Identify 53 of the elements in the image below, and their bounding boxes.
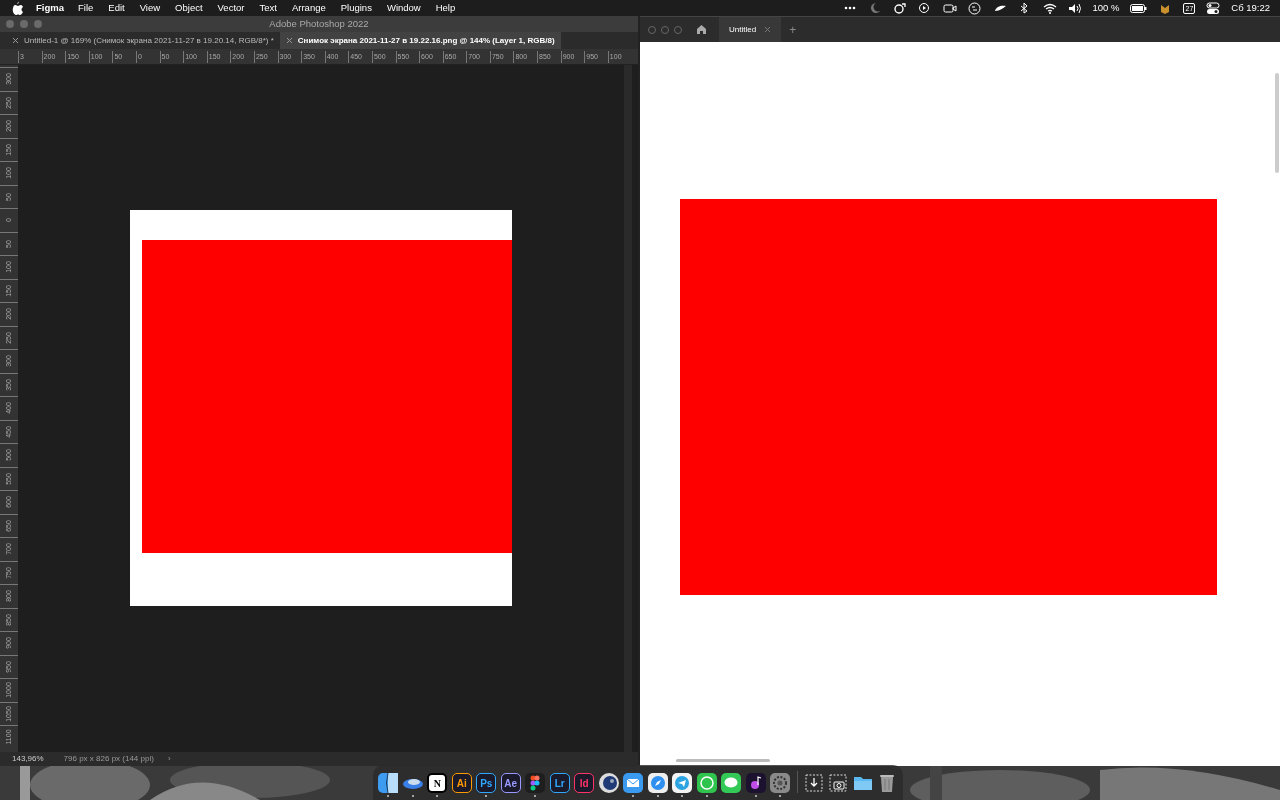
app-icon[interactable]: Id bbox=[574, 773, 595, 793]
document-info: 796 px x 826 px (144 ppi) bbox=[63, 753, 154, 765]
menu-item[interactable]: Arrange bbox=[291, 0, 326, 16]
app-icon[interactable]: Lr bbox=[549, 773, 570, 793]
menu-item[interactable]: Object bbox=[175, 0, 203, 16]
menu-item[interactable]: View bbox=[139, 0, 161, 16]
app-icon[interactable]: Ae bbox=[500, 773, 521, 793]
document-tab[interactable]: Untitled-1 @ 169% (Снимок экрана 2021-11-27 в 19.20.14, RGB/8*) * bbox=[6, 32, 280, 49]
menu-item[interactable]: Help bbox=[435, 0, 456, 16]
translate-icon[interactable] bbox=[967, 1, 982, 15]
menu-item[interactable]: Plugins bbox=[340, 0, 372, 16]
horizontal-scrollbar[interactable] bbox=[676, 759, 770, 762]
control-center-icon[interactable] bbox=[1206, 1, 1221, 15]
home-icon[interactable] bbox=[696, 24, 707, 35]
envelope-icon[interactable] bbox=[623, 773, 644, 793]
clock: Сб 19:22 bbox=[1231, 0, 1270, 15]
app-icon[interactable]: N bbox=[427, 773, 448, 793]
compass-icon[interactable] bbox=[647, 773, 668, 793]
speech-bubble-icon[interactable] bbox=[721, 773, 742, 793]
close-icon[interactable] bbox=[12, 37, 19, 44]
screenshot-icon[interactable] bbox=[828, 773, 849, 793]
menu-item[interactable]: Text bbox=[259, 0, 277, 16]
wifi-icon[interactable] bbox=[1042, 1, 1057, 15]
close-icon[interactable] bbox=[764, 26, 772, 33]
window-title: Adobe Photoshop 2022 bbox=[269, 16, 369, 31]
vertical-scrollbar[interactable] bbox=[1275, 73, 1279, 173]
menu-item[interactable]: Window bbox=[386, 0, 421, 16]
menu-item[interactable]: Edit bbox=[108, 0, 125, 16]
app-icon[interactable]: Ai bbox=[451, 773, 472, 793]
download-icon[interactable] bbox=[803, 773, 824, 793]
paper-plane-icon[interactable] bbox=[672, 773, 693, 793]
app-name-menu[interactable]: Figma bbox=[36, 0, 64, 16]
speaker-icon[interactable] bbox=[1067, 1, 1082, 15]
status-menu-arrow[interactable]: › bbox=[167, 753, 171, 765]
menu-item[interactable]: Vector bbox=[217, 0, 245, 16]
dots-icon[interactable] bbox=[525, 773, 546, 793]
play-icon[interactable] bbox=[917, 1, 932, 15]
gear-icon[interactable] bbox=[770, 773, 791, 793]
app-icon[interactable]: Ps bbox=[476, 773, 497, 793]
close-icon[interactable] bbox=[285, 37, 293, 44]
music-note-icon[interactable] bbox=[745, 773, 766, 793]
battery-icon[interactable] bbox=[1130, 2, 1148, 14]
document-tab[interactable]: Снимок экрана 2021-11-27 в 19.22.16.png @ 144% (Layer 1, RGB/8) bbox=[279, 32, 561, 49]
video-camera-icon[interactable] bbox=[942, 1, 957, 15]
chat-icon[interactable] bbox=[696, 773, 717, 793]
sphere-icon[interactable] bbox=[598, 773, 619, 793]
face-icon[interactable] bbox=[378, 773, 399, 793]
zoom-level[interactable]: 143,96% bbox=[12, 753, 44, 765]
new-tab-button[interactable]: + bbox=[789, 20, 797, 39]
apple-icon[interactable] bbox=[10, 1, 24, 15]
battery-percentage: 100 % bbox=[1092, 0, 1120, 15]
file-tab[interactable]: Untitled bbox=[719, 16, 782, 43]
menu-item[interactable]: File bbox=[78, 0, 94, 16]
